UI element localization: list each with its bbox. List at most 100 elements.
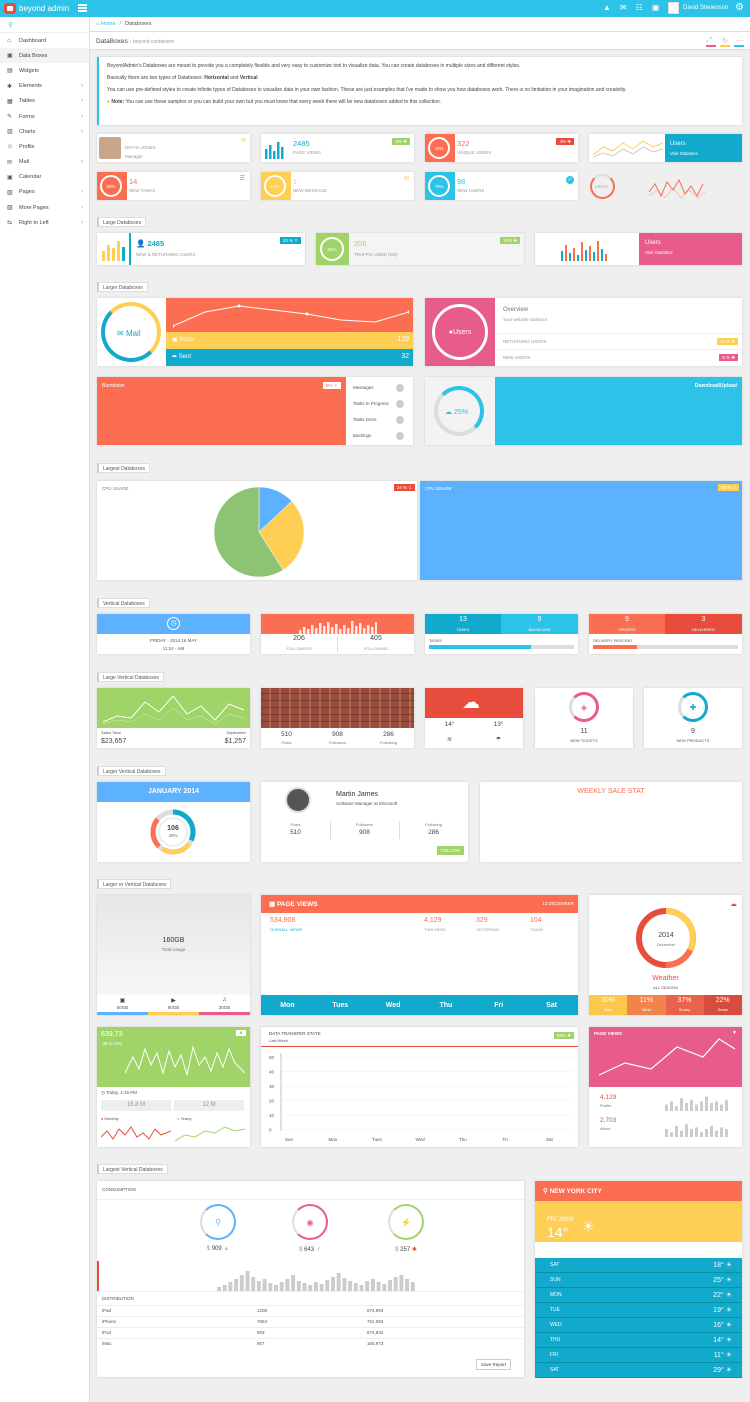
sidebar-item-widgets[interactable]: ▤ Widgets (0, 63, 89, 78)
follower-bar (359, 623, 362, 634)
distribution-title: DISTRIBUTION (102, 1296, 134, 1301)
intro-text: BeyondAdmin's Databoxes are meant to pro… (107, 63, 521, 69)
forecast-day: TUE (550, 1307, 560, 1313)
cloud-icon: ☁ (462, 692, 480, 712)
pv-bar (680, 1130, 683, 1137)
orders-label: ORDERS (618, 627, 636, 632)
september-label: September (226, 730, 246, 735)
calendar-icon[interactable]: ▣ (652, 3, 660, 13)
pv-bar (725, 1099, 728, 1111)
section-tag: Vertical Databoxes (97, 598, 150, 608)
sidebar-item-dashboard[interactable]: ⌂ Dashboard (0, 33, 89, 48)
sidebar-item-calendar[interactable]: ▣ Calendar (0, 170, 89, 185)
camera-icon: ◉ (292, 1204, 328, 1240)
temp-1: 14° (444, 721, 455, 728)
sidebar-item-mail[interactable]: ✉ Mail › (0, 155, 89, 170)
pv-bar (690, 1099, 693, 1111)
search-icon[interactable]: ⚲ (0, 17, 89, 33)
consumption-1: $ 909 ▲ (206, 1246, 230, 1252)
chevron-right-icon: › (81, 204, 83, 211)
table-cell: 874,832 (367, 1330, 384, 1335)
visit-statistics: Visit Statistics (670, 151, 698, 156)
day-fri: Fri (494, 1001, 504, 1009)
table-cell: iMac (102, 1341, 112, 1346)
follow-button[interactable]: FOLLOW (437, 846, 465, 855)
chart-icon: ▥ (7, 129, 13, 136)
cloud-icon: ☁ 25% (445, 409, 468, 416)
mail-icon[interactable]: ✉ (620, 3, 627, 13)
image-icon: ▣ (119, 998, 126, 1004)
unique-percent: 42% (428, 137, 450, 159)
pv-bar (685, 1124, 688, 1137)
weather-stat-value: 22% (715, 997, 730, 1004)
sidebar-item-elements[interactable]: ✱ Elements › (0, 79, 89, 94)
avatar (99, 137, 121, 159)
overview-title: Overview (503, 307, 529, 313)
warning-icon[interactable]: ▲ (603, 3, 611, 13)
donut-chart (150, 809, 196, 855)
tasks-databox: 50% 14 NEW TASKS ☰ (97, 172, 250, 200)
storage-music: 30GB (218, 1005, 231, 1010)
more-icon[interactable]: ⋯ (737, 37, 744, 45)
elements-icon: ✱ (7, 83, 13, 90)
menu-toggle-icon[interactable] (78, 4, 87, 12)
sidebar-item-charts[interactable]: ▥ Charts › (0, 124, 89, 139)
video-icon: ▶ (171, 998, 176, 1004)
fullscreen-icon[interactable]: ⤢ (706, 37, 712, 45)
following-label: FOLLOWING (363, 646, 388, 651)
sidebar-item-pages[interactable]: ▧ Pages › (0, 185, 89, 200)
overview-subtitle: Your website statistics (503, 317, 548, 322)
sidebar-item-tables[interactable]: ▦ Tables › (0, 94, 89, 109)
pageviews-databox: 2485 PAGE VIEWS 8% ✚ (261, 134, 414, 162)
location-icon: ⚲ (200, 1204, 236, 1240)
unique-users-databox: 42% 322 UNIQUE USERS 4% ✚ (425, 134, 578, 162)
consumption-bar (348, 1281, 353, 1291)
follower-bar (315, 628, 318, 634)
profile-name: DIVYIA JONES (125, 145, 156, 150)
table-divider (97, 1338, 524, 1339)
tasks-progress-label: TASKS (429, 638, 442, 643)
profile-icon: ☺ (7, 143, 14, 150)
sidebar-item-forms[interactable]: ✎ Forms › (0, 109, 89, 124)
refresh-icon[interactable]: ↻ (722, 37, 728, 45)
sidebar-item-label: Pages (19, 189, 35, 196)
pv-bar (720, 1127, 723, 1137)
weather-stat: 11% Wind (627, 995, 666, 1015)
burndown-databox: Burndown 8% ⇧ Messages Tasks In Progress T… (97, 377, 413, 445)
chevron-right-icon: › (81, 219, 83, 226)
sidebar-item-right-to-left[interactable]: ⇆ Right to Left › (0, 215, 89, 230)
weather-stat-value: 37% (677, 997, 692, 1004)
today-time: ◷ Today, 4:15 PM (101, 1090, 138, 1095)
brand-logo[interactable]: beyond admin (4, 3, 69, 14)
line-chart (593, 140, 663, 158)
sidebar-item-label: Mail (19, 159, 30, 166)
returning-users-databox: 👤 2485 NEW & RETURNING USERS 10 % ⇧ (97, 233, 305, 265)
music-icon: ♫ (222, 997, 227, 1003)
table-divider (97, 1327, 524, 1328)
weekly-sale-databox: WEEKLY SALE STAT (480, 782, 742, 862)
x-tick-label: Fri (503, 1137, 508, 1142)
users-title: Users (670, 141, 686, 147)
profile-role: Manager (125, 154, 143, 159)
forecast-list: SAT 18° ☀ SUN 25° ☀ MON 22° ☀ TUE 19° ☀ WED 16° ☀… (535, 1258, 742, 1378)
tickets-databox: ◈ 11 NEW TICKETS (535, 688, 633, 748)
users-value: 👤 2485 (136, 239, 165, 248)
gear-icon[interactable]: ⚙ (735, 3, 744, 13)
chat-icon[interactable]: ☷ (636, 3, 643, 13)
breadcrumb-home[interactable]: ⌂ Home (96, 21, 116, 27)
sidebar-item-profile[interactable]: ☺ Profile (0, 139, 89, 154)
forecast-temp: 18° ☀ (713, 1262, 732, 1269)
save-report-button[interactable]: Save Report (476, 1359, 512, 1370)
users-circle: ● Users (432, 304, 488, 360)
sidebar-item-more-pages[interactable]: ▨ More Pages › (0, 200, 89, 215)
follower-bar (303, 627, 306, 634)
forecast-temp: 16° ☀ (713, 1322, 732, 1329)
forecast-row: THU 14° ☀ (535, 1333, 742, 1348)
calendar-icon: ▣ (7, 174, 13, 181)
section-tag: Largest Databoxes (97, 463, 150, 473)
followers-label: Followers (328, 740, 347, 745)
consumption-bar (336, 1273, 341, 1291)
user-menu[interactable]: David Stevenson (668, 2, 728, 14)
sidebar-item-data-boxes[interactable]: ▣ Data Boxes (0, 48, 89, 64)
date-databox: ◷ FRIDAY - 2014 16 MAY 11:24 - AM (97, 614, 250, 654)
